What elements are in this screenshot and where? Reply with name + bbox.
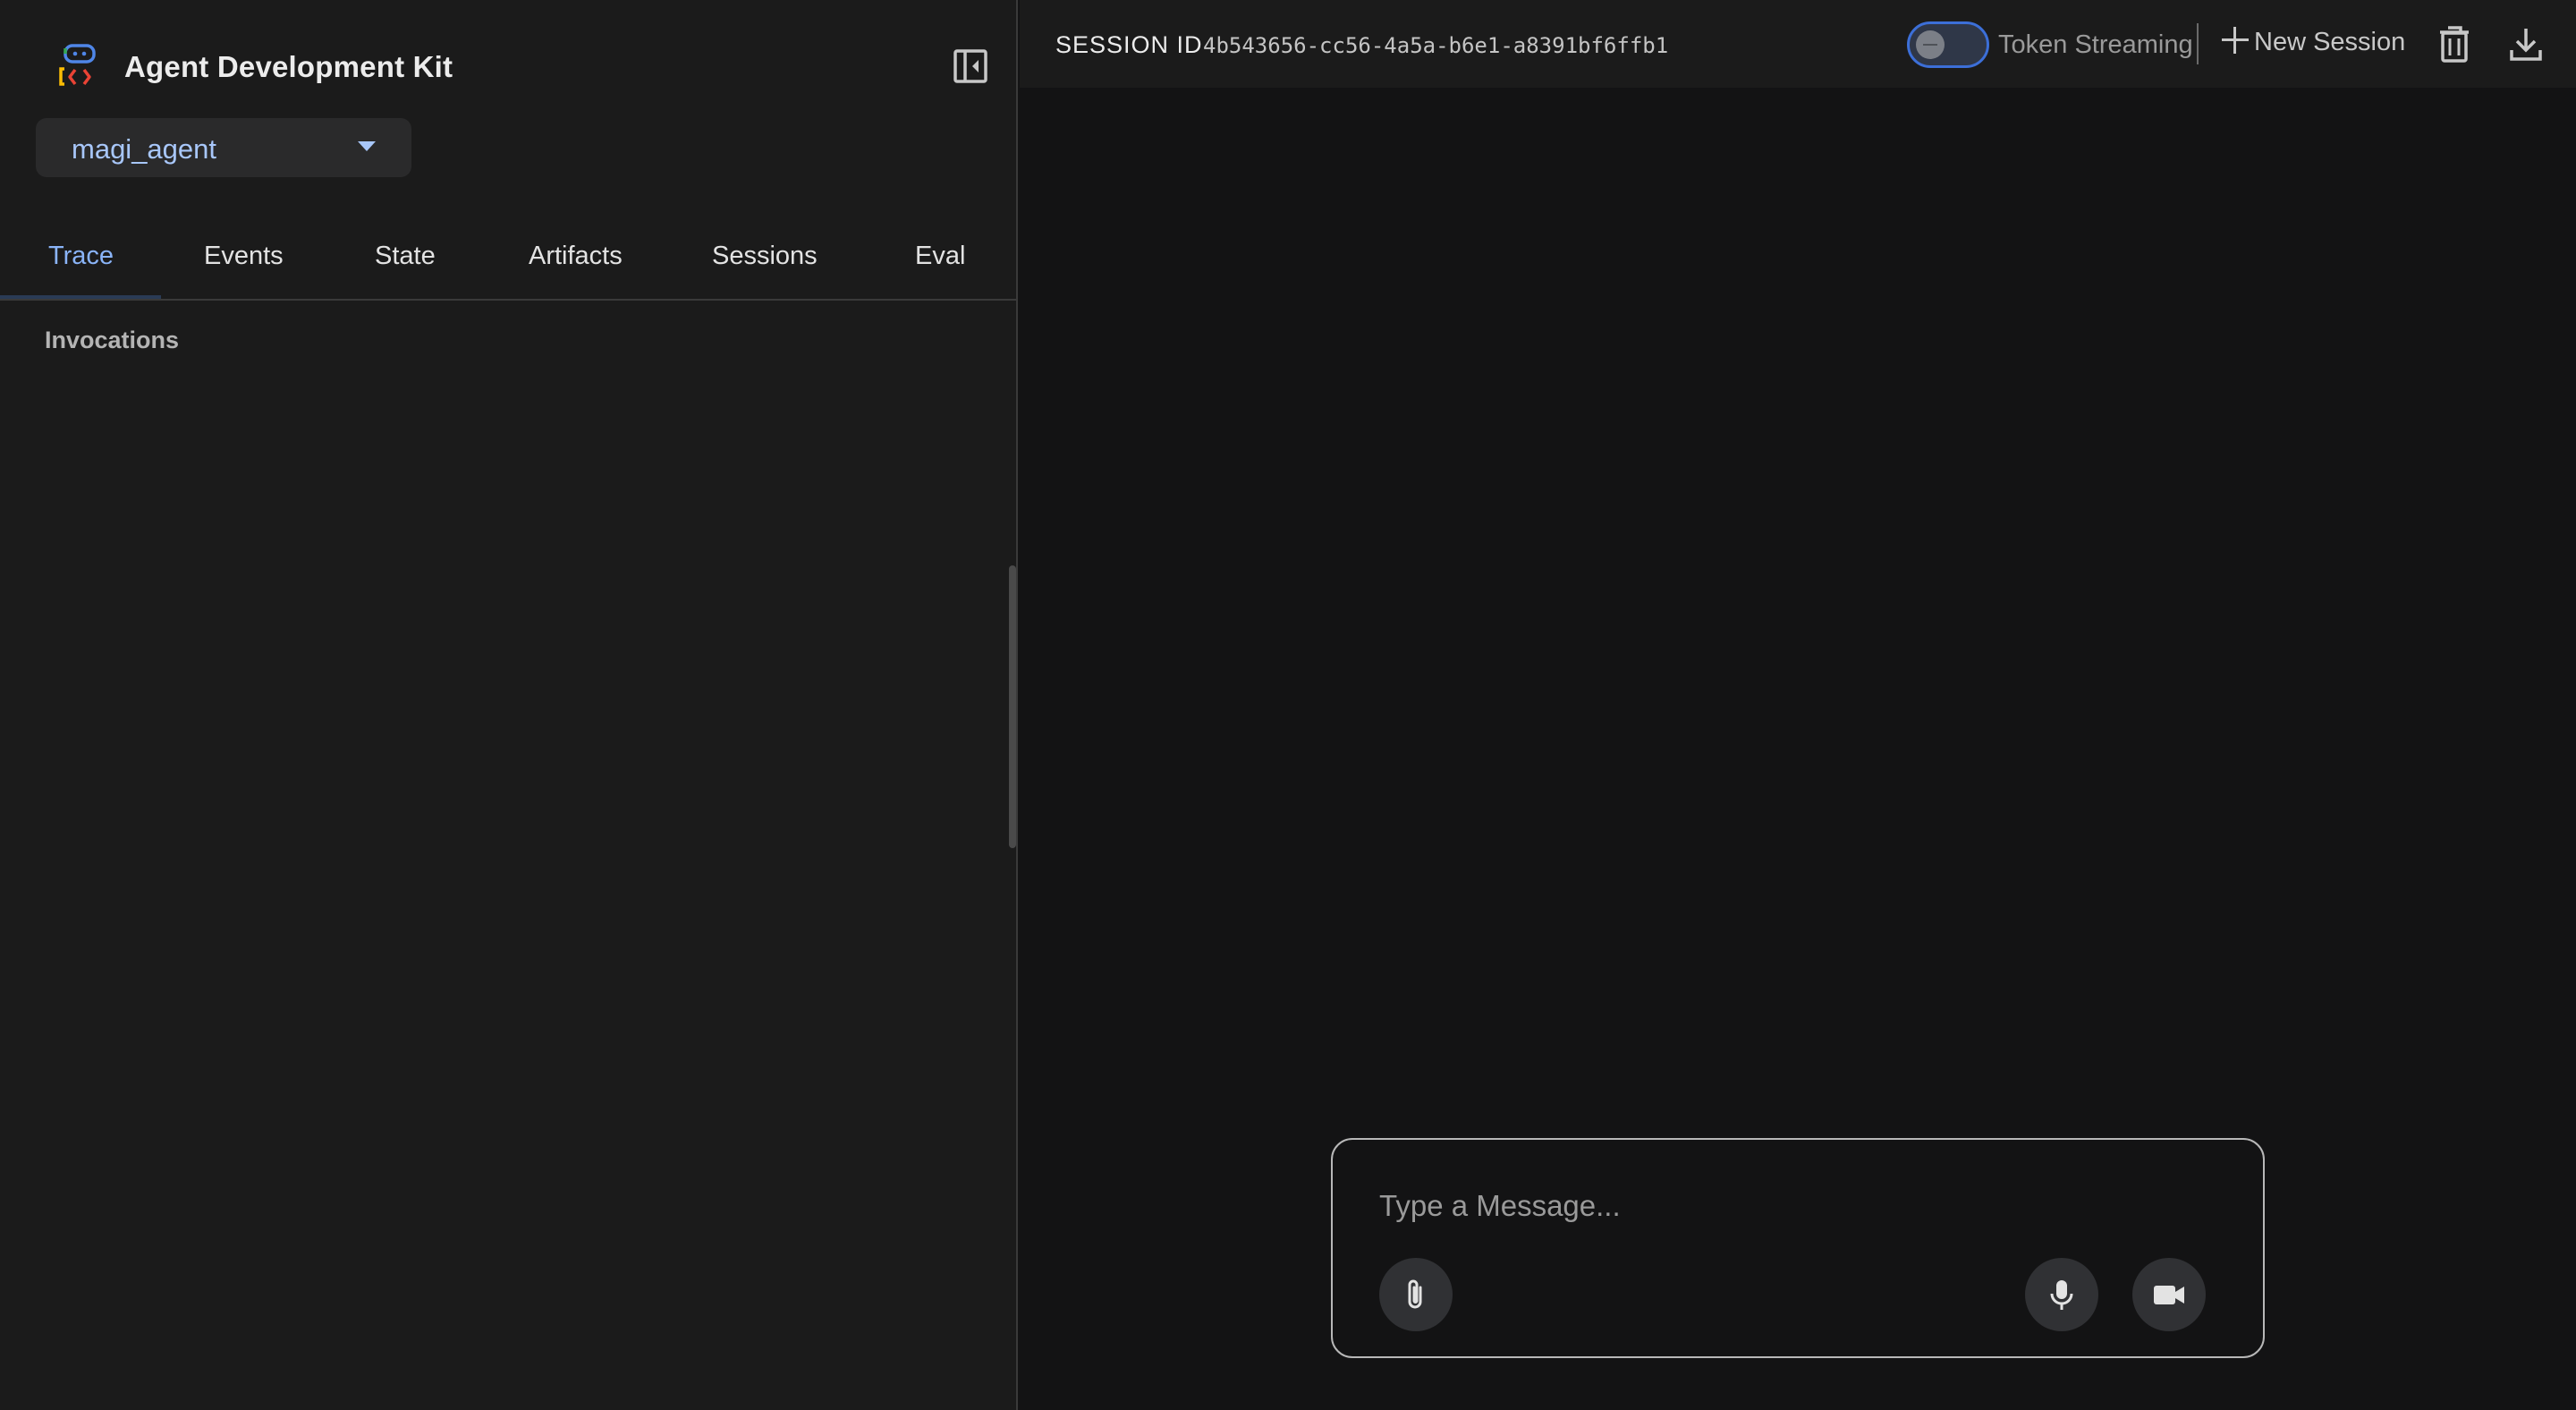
tab-state[interactable]: State [375,242,436,271]
invocations-heading: Invocations [45,327,180,353]
attach-button[interactable] [1379,1258,1453,1331]
video-camera-icon [2154,1286,2184,1304]
session-id-label: SESSION ID [1055,31,1203,58]
attach-icon [1408,1279,1422,1309]
collapse-panel-icon[interactable] [948,47,991,86]
video-button[interactable] [2132,1258,2206,1331]
microphone-button[interactable] [2025,1258,2098,1331]
download-icon[interactable] [2508,25,2544,63]
tab-trace[interactable]: Trace [48,242,114,271]
tab-events[interactable]: Events [204,242,284,271]
side-panel: Agent Development Kit magi_agent Trace E… [0,0,1018,1410]
plus-icon [2222,27,2249,54]
toggle-knob [1916,30,1945,59]
panel-resize-handle[interactable] [1009,565,1016,848]
token-streaming-toggle[interactable] [1907,21,1989,68]
app-title: Agent Development Kit [124,50,453,83]
panel-tabs: Trace Events State Artifacts Sessions Ev… [0,222,1016,301]
header-divider [2197,23,2199,64]
microphone-icon [2050,1280,2073,1310]
active-tab-indicator [0,295,161,299]
adk-logo-icon [59,44,96,86]
tab-eval[interactable]: Eval [915,242,965,271]
agent-select[interactable]: magi_agent [36,118,411,177]
new-session-label: New Session [2254,28,2406,56]
new-session-button[interactable]: New Session [2222,27,2405,63]
session-header: SESSION ID 4b543656-cc56-4a5a-b6e1-a8391… [1020,0,2576,88]
tab-artifacts[interactable]: Artifacts [529,242,623,271]
token-streaming-label: Token Streaming [1998,30,2193,59]
session-id-value: 4b543656-cc56-4a5a-b6e1-a8391bf6ffb1 [1203,33,1669,58]
message-input[interactable] [1377,1183,2186,1229]
dropdown-arrow-icon [358,141,376,151]
delete-icon[interactable] [2436,23,2472,64]
tab-sessions[interactable]: Sessions [712,242,818,271]
agent-select-value: magi_agent [72,133,217,165]
message-composer [1331,1138,2265,1358]
